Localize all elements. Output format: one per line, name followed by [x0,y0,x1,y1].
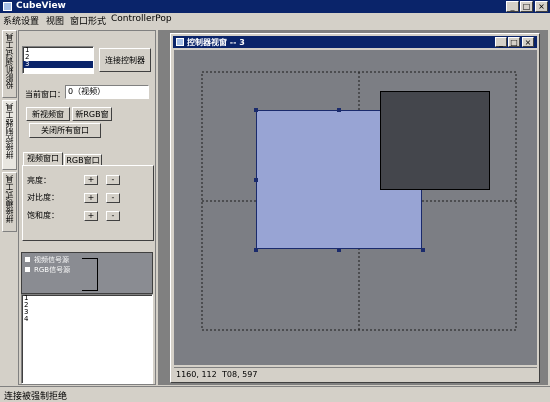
tab-splice-mode[interactable]: 拼接模式工具 [2,172,17,232]
list-item[interactable]: 4 [22,316,152,323]
app-title: CubeView [16,1,66,11]
tab-splice-controller[interactable]: 拼接控制器工具 [2,100,17,170]
tab-label: 拼接控制器工具 [5,103,14,159]
list-item-selected[interactable]: 3 [23,61,93,68]
status-bar: 连接被强制拒绝 [0,386,550,402]
contrast-label: 对比度： [27,193,59,202]
new-video-window-button[interactable]: 新视频窗 [26,107,70,121]
new-rgb-window-button[interactable]: 新RGB窗 [72,107,112,121]
current-window-field[interactable]: 0（视频） [65,85,149,99]
tab-label: 拼接模式工具 [5,175,14,223]
controller-view-window: 控制器视窗 -- 3 _ □ × 1160, 112 T08, 597 [170,33,540,383]
saturation-label: 饱和度： [27,211,59,220]
saturation-minus-button[interactable]: - [106,211,120,221]
side-tab-strip: 投影机调试工具 拼接控制器工具 拼接模式工具 [0,30,18,232]
list-item[interactable]: 1 [22,295,152,302]
resize-handle[interactable] [254,178,258,182]
tree-node-icon [25,267,30,272]
number-list[interactable]: 1 2 3 4 [21,294,153,384]
tab-rgb-window[interactable]: RGB窗口 [64,154,102,165]
tree-node-rgb-source[interactable]: RGB信号源 [34,265,70,275]
tree-node-icon [25,257,30,262]
tree-connector [82,258,98,291]
app-title-bar: CubeView _ □ × [0,0,550,13]
child-title-bar: 控制器视窗 -- 3 _ □ × [173,36,537,48]
resize-handle[interactable] [254,108,258,112]
contrast-minus-button[interactable]: - [106,193,120,203]
current-window-label: 当前窗口： [25,90,65,99]
resize-handle[interactable] [337,248,341,252]
status-text: 连接被强制拒绝 [4,392,68,402]
child-window-title: 控制器视窗 -- 3 [187,38,245,47]
brightness-label: 亮度： [27,176,51,185]
list-item[interactable]: 1 [23,47,93,54]
connect-controller-button[interactable]: 连接控制器 [99,48,151,72]
adjust-tab-page: 亮度： + - 对比度： + - 饱和度： + - [22,165,154,241]
list-item[interactable]: 2 [22,302,152,309]
tree-node-video-source[interactable]: 视频信号源 [34,255,69,265]
layout-canvas[interactable] [174,50,537,365]
signal-source-tree[interactable]: 视频信号源 RGB信号源 [21,252,153,294]
controller-list[interactable]: 1 2 3 [22,46,94,74]
menu-window-mode[interactable]: 窗口形式 [70,14,106,27]
tab-video-window[interactable]: 视频窗口 [23,152,63,165]
close-button[interactable]: × [535,1,548,12]
tab-label: 投影机调试工具 [5,33,14,89]
list-item[interactable]: 3 [22,309,152,316]
menu-view[interactable]: 视图 [46,14,64,27]
resize-handle[interactable] [254,248,258,252]
brightness-minus-button[interactable]: - [106,175,120,185]
close-all-windows-button[interactable]: 关闭所有窗口 [29,123,101,138]
rgb-window-rect[interactable] [380,91,490,190]
window-size-readout: T08, 597 [222,370,258,379]
list-item[interactable]: 2 [23,54,93,61]
controller-panel: 1 2 3 连接控制器 当前窗口： 0（视频） 新视频窗 新RGB窗 关闭所有窗… [18,30,156,385]
child-window-icon [176,38,184,46]
contrast-plus-button[interactable]: + [84,193,98,203]
brightness-plus-button[interactable]: + [84,175,98,185]
menu-bar: 系统设置 视图 窗口形式 ControllerPop [0,13,550,27]
menu-controller-pop[interactable]: ControllerPop [111,14,172,24]
app-icon [3,2,12,11]
menu-system-settings[interactable]: 系统设置 [3,14,39,27]
minimize-button[interactable]: _ [506,1,519,12]
resize-handle[interactable] [337,108,341,112]
child-close-button[interactable]: × [522,37,534,47]
cursor-coords: 1160, 112 [176,370,217,379]
saturation-plus-button[interactable]: + [84,211,98,221]
child-minimize-button[interactable]: _ [495,37,507,47]
maximize-button[interactable]: □ [520,1,533,12]
child-maximize-button[interactable]: □ [508,37,520,47]
tab-projector-debug[interactable]: 投影机调试工具 [2,30,17,98]
resize-handle[interactable] [421,248,425,252]
child-status-bar: 1160, 112 T08, 597 [174,367,537,381]
